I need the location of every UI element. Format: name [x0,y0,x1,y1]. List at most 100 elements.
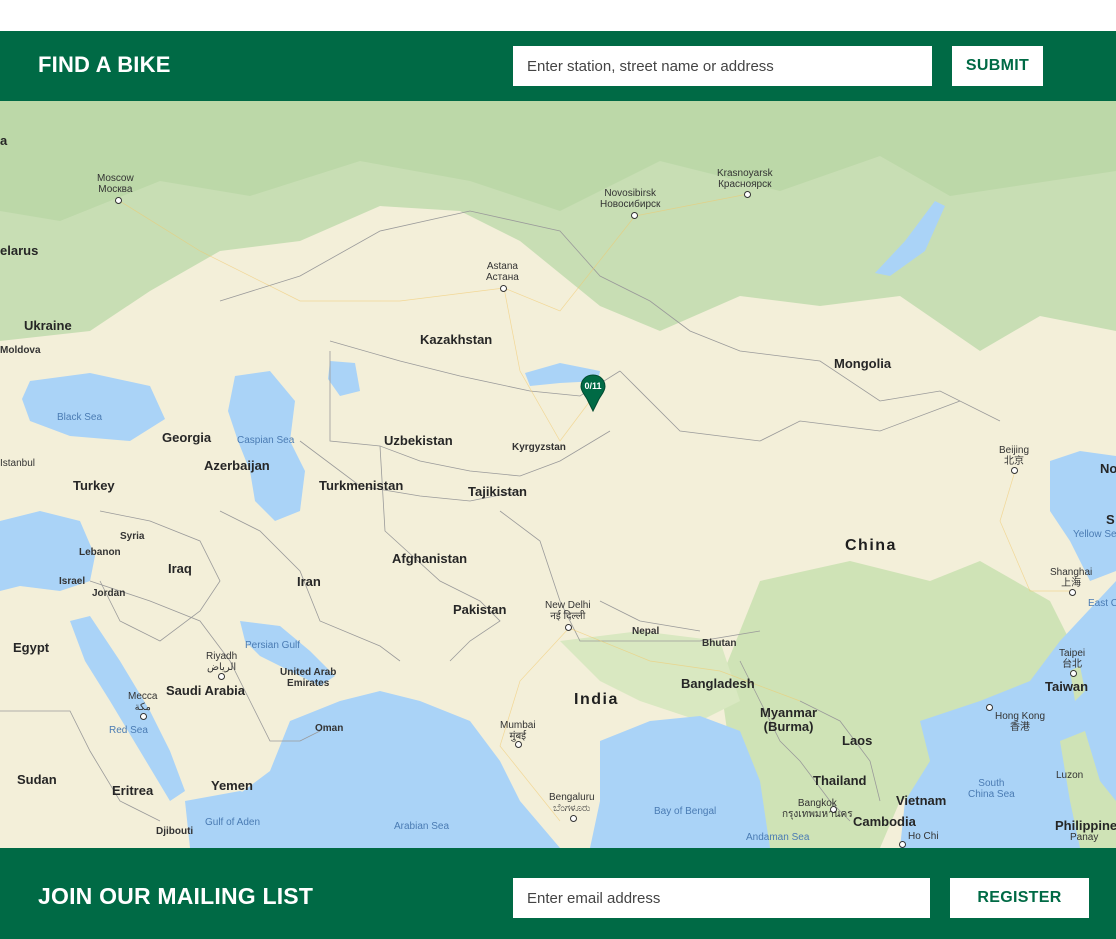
label-edge-no: No [1100,461,1116,476]
label-sudan: Sudan [17,772,57,787]
city-dot-mecca [140,713,147,720]
label-edge-a: a [0,133,8,148]
label-riyadh: Riyadh الرياض [206,651,238,673]
city-dot-hong-kong [986,704,993,711]
label-moscow: Moscow Москва [97,173,134,195]
label-moldova: Moldova [0,345,41,356]
label-nepal: Nepal [632,626,660,637]
email-input[interactable] [513,878,930,918]
label-china: China [845,537,897,554]
label-taipei: Taipei 台北 [1059,648,1086,670]
city-dot-moscow [115,197,122,204]
label-turkey: Turkey [73,478,115,493]
label-iraq: Iraq [168,561,192,576]
label-ho-chi: Ho Chi [908,831,939,842]
label-israel: Israel [59,576,86,587]
city-dot-riyadh [218,673,225,680]
submit-button[interactable]: SUBMIT [952,46,1043,86]
label-mecca: Mecca مكة [128,691,158,713]
label-arabian-sea: Arabian Sea [394,821,450,832]
label-thailand: Thailand [813,773,867,788]
label-vietnam: Vietnam [896,793,947,808]
bike-map[interactable]: Moscow Москва Novosibirsk Новосибирск Kr… [0,101,1116,848]
label-afghanistan: Afghanistan [392,551,468,566]
station-search-input[interactable] [513,46,932,86]
label-syria: Syria [120,531,145,542]
city-dot-taipei [1070,670,1077,677]
label-bangkok: Bangkok กรุงเทพมหานคร [782,798,853,820]
label-kazakhstan: Kazakhstan [420,332,493,347]
label-bhutan: Bhutan [702,638,737,649]
black-sea [22,373,165,441]
register-button[interactable]: REGISTER [950,878,1089,918]
label-caspian-sea: Caspian Sea [237,435,295,446]
label-azerbaijan: Azerbaijan [204,458,270,473]
label-astana: Astana Астана [486,261,519,283]
label-bengaluru: Bengaluru ಬೆಂಗಳೂರು [549,792,595,814]
label-yemen: Yemen [211,778,253,793]
label-oman: Oman [315,723,344,734]
city-dot-novosibirsk [631,212,638,219]
mailing-list-bar: JOIN OUR MAILING LIST REGISTER [0,848,1116,939]
city-dot-new-delhi [565,624,572,631]
city-dot-beijing [1011,467,1018,474]
city-dot-astana [500,285,507,292]
find-bike-bar: FIND A BIKE SUBMIT [0,31,1116,101]
label-belarus: elarus [0,243,39,258]
label-mongolia: Mongolia [834,356,892,371]
label-myanmar: Myanmar (Burma) [760,705,818,734]
label-hong-kong: Hong Kong 香港 [995,711,1046,733]
label-new-delhi: New Delhi नई दिल्ली [545,600,591,622]
city-dot-shanghai [1069,589,1076,596]
label-taiwan: Taiwan [1045,679,1089,694]
label-saudi-arabia: Saudi Arabia [166,683,245,698]
city-dot-krasnoyarsk [744,191,751,198]
find-bike-title: FIND A BIKE [38,52,171,77]
map-pin-icon [580,374,606,412]
label-jordan: Jordan [92,588,126,599]
label-gulf-of-aden: Gulf of Aden [205,817,261,828]
label-luzon: Luzon [1056,770,1084,781]
page-top-spacer [0,0,1116,31]
label-red-sea: Red Sea [109,725,148,736]
label-persian-gulf: Persian Gulf [245,640,301,651]
station-marker-count: 0/11 [584,381,602,391]
label-south-china-sea: South China Sea [968,778,1015,800]
label-ukraine: Ukraine [24,318,72,333]
label-pakistan: Pakistan [453,602,507,617]
label-shanghai: Shanghai 上海 [1050,567,1093,589]
label-cambodia: Cambodia [853,814,916,829]
label-edge-s: S [1106,512,1115,527]
aral-sea [328,361,360,396]
label-yellow-sea: Yellow Se [1073,529,1116,540]
label-laos: Laos [842,733,873,748]
label-beijing: Beijing 北京 [999,445,1030,467]
city-dot-mumbai [515,741,522,748]
label-uzbekistan: Uzbekistan [384,433,453,448]
station-marker[interactable]: 0/11 [580,374,606,412]
label-turkmenistan: Turkmenistan [319,478,404,493]
city-dot-bengaluru [570,815,577,822]
label-bay-of-bengal: Bay of Bengal [654,806,717,817]
label-andaman-sea: Andaman Sea [746,832,810,843]
label-india: India [574,691,619,708]
label-panay: Panay [1070,832,1099,843]
label-novosibirsk: Novosibirsk Новосибирск [600,188,661,210]
label-philippine: Philippine [1055,818,1116,833]
label-istanbul: Istanbul [0,458,36,469]
label-uae: United Arab Emirates [280,667,337,689]
label-kyrgyzstan: Kyrgyzstan [512,442,566,453]
label-bangladesh: Bangladesh [681,676,755,691]
label-lebanon: Lebanon [79,547,121,558]
label-black-sea: Black Sea [57,412,103,423]
label-iran: Iran [297,574,321,589]
label-eritrea: Eritrea [112,783,154,798]
label-east-c: East C [1088,598,1116,609]
map-terrain [0,101,1116,848]
label-egypt: Egypt [13,640,50,655]
label-djibouti: Djibouti [156,826,194,837]
city-dot-ho-chi [899,841,906,848]
label-mumbai: Mumbai मुंबई [500,720,536,742]
label-krasnoyarsk: Krasnoyarsk Красноярск [717,168,773,190]
label-georgia: Georgia [162,430,212,445]
